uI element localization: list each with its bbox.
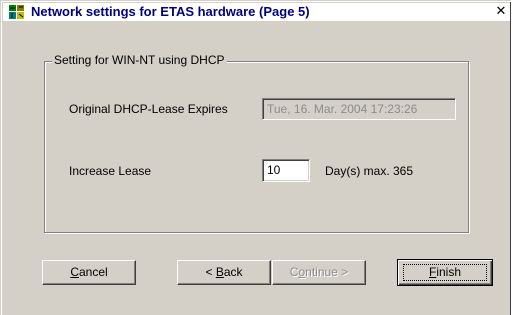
finish-label-rest: inish [436, 265, 462, 279]
cancel-button[interactable]: Cancel [42, 260, 136, 285]
back-button[interactable]: < Back [177, 260, 271, 285]
increase-lease-unit: Day(s) max. 365 [325, 164, 414, 178]
dialog-window: Network settings for ETAS hardware (Page… [0, 0, 511, 315]
dhcp-settings-group [44, 61, 469, 233]
title-bar[interactable]: Network settings for ETAS hardware (Page… [3, 3, 510, 21]
original-lease-label: Original DHCP-Lease Expires [69, 102, 228, 116]
increase-lease-label: Increase Lease [69, 164, 152, 178]
increase-lease-input[interactable]: 10 [262, 159, 310, 182]
original-lease-field: Tue, 16. Mar. 2004 17:23:26 [262, 98, 456, 120]
back-mnemonic: B [215, 265, 224, 279]
continue-button[interactable]: Continue > [272, 260, 366, 285]
back-label-rest: ack [223, 265, 243, 279]
back-prefix: < [205, 265, 216, 279]
finish-focus-rect: Finish [403, 264, 487, 281]
group-title: Setting for WIN-NT using DHCP [52, 53, 227, 67]
cancel-label-rest: ancel [78, 265, 108, 279]
window-title: Network settings for ETAS hardware (Page… [31, 4, 310, 19]
network-app-icon [8, 4, 26, 20]
continue-label-rest: ntinue > [305, 265, 349, 279]
cancel-mnemonic: C [70, 265, 79, 279]
finish-button[interactable]: Finish [397, 259, 493, 286]
close-icon[interactable]: ✕ [494, 5, 508, 19]
